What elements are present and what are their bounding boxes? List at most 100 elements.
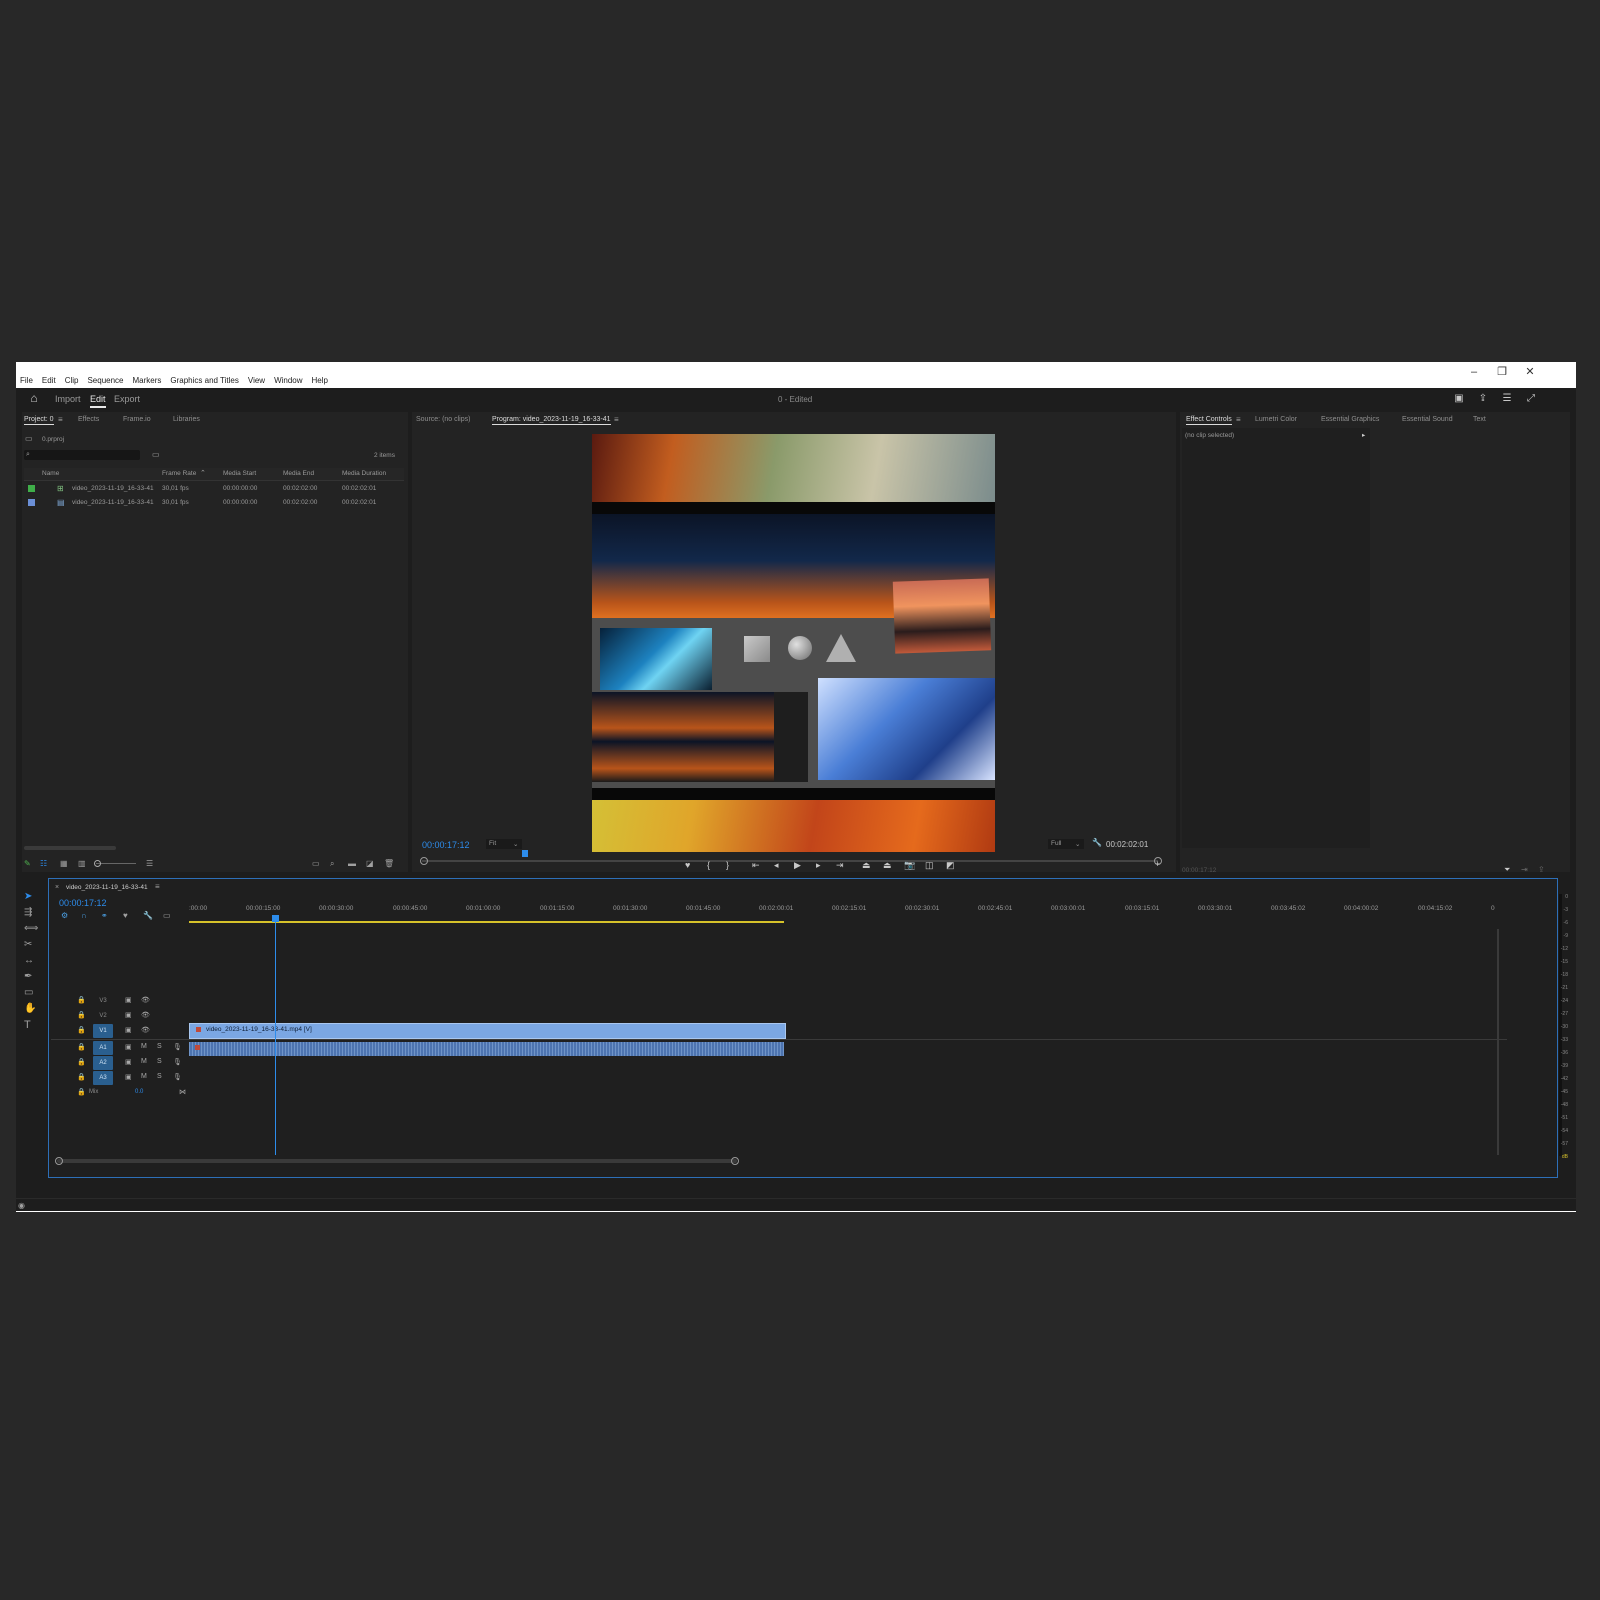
mark-in-icon[interactable]: {: [707, 860, 710, 870]
tab-libraries[interactable]: Libraries: [173, 416, 200, 423]
audio-clip[interactable]: [189, 1042, 784, 1056]
timeline-playhead[interactable]: [275, 917, 276, 1155]
microphone-icon[interactable]: 🎙: [173, 1043, 182, 1051]
track-select-tool-icon[interactable]: ⇶: [24, 908, 32, 918]
snap-icon[interactable]: ∩: [81, 911, 87, 921]
step-forward-icon[interactable]: ▸: [816, 860, 821, 870]
linked-selection-icon[interactable]: ⚭: [101, 911, 108, 921]
mix-volume[interactable]: 0.0: [135, 1089, 143, 1095]
playhead-handle[interactable]: [272, 915, 279, 922]
tab-frameio[interactable]: Frame.io: [123, 416, 151, 423]
zoom-slider-handle[interactable]: [94, 860, 101, 867]
sort-ascending-icon[interactable]: ⌃: [200, 469, 206, 479]
zoom-slider[interactable]: [96, 863, 136, 864]
tab-lumetri-color[interactable]: Lumetri Color: [1255, 416, 1297, 423]
scroll-end-handle[interactable]: [731, 1157, 739, 1165]
col-name[interactable]: Name: [42, 470, 59, 477]
expand-arrow-icon[interactable]: ▸: [1362, 431, 1365, 439]
filter-icon[interactable]: ⏷: [1504, 865, 1510, 875]
ripple-edit-tool-icon[interactable]: ⟺: [24, 924, 38, 934]
panel-menu-icon[interactable]: ≡: [614, 415, 619, 425]
tab-essential-graphics[interactable]: Essential Graphics: [1321, 416, 1379, 423]
scrubber-bar[interactable]: [422, 860, 1158, 862]
video-clip[interactable]: video_2023-11-19_16-33-41.mp4 [V]: [189, 1023, 786, 1039]
new-bin-button-icon[interactable]: ▬: [348, 859, 356, 869]
razor-tool-icon[interactable]: ✂: [24, 940, 32, 950]
scrubber-in-handle[interactable]: [420, 857, 428, 865]
eye-icon[interactable]: 👁: [141, 1011, 150, 1019]
sync-lock-icon[interactable]: ▣: [125, 1026, 132, 1034]
sync-lock-icon[interactable]: ▣: [125, 1058, 132, 1066]
track-label[interactable]: A1: [93, 1041, 113, 1055]
export-icon[interactable]: ⇪: [1538, 865, 1545, 875]
captions-icon[interactable]: ▭: [163, 911, 171, 921]
eye-icon[interactable]: 👁: [141, 1026, 150, 1034]
pencil-icon[interactable]: ✎: [24, 859, 31, 869]
col-media-start[interactable]: Media Start: [223, 470, 256, 477]
mute-button[interactable]: M: [141, 1073, 147, 1080]
rectangle-tool-icon[interactable]: ▭: [24, 988, 33, 998]
scroll-start-handle[interactable]: [55, 1157, 63, 1165]
microphone-icon[interactable]: 🎙: [173, 1058, 182, 1066]
multicam-icon[interactable]: ◩: [946, 860, 955, 870]
tab-edit[interactable]: Edit: [90, 394, 106, 408]
label-color-swatch[interactable]: [28, 499, 35, 506]
video-frame[interactable]: [592, 434, 995, 852]
step-back-icon[interactable]: ◂: [774, 860, 779, 870]
tab-effects[interactable]: Effects: [78, 416, 99, 423]
sync-lock-icon[interactable]: ▣: [125, 996, 132, 1004]
mute-button[interactable]: M: [141, 1043, 147, 1050]
horizontal-scrollbar[interactable]: [24, 846, 116, 850]
add-marker-icon[interactable]: ♥: [123, 911, 128, 921]
menu-clip[interactable]: Clip: [65, 376, 79, 388]
go-to-in-icon[interactable]: ⇤: [752, 860, 760, 870]
menu-edit[interactable]: Edit: [42, 376, 56, 388]
tab-import[interactable]: Import: [55, 394, 81, 404]
time-ruler[interactable]: :00:00 00:00:15:00 00:00:30:00 00:00:45:…: [189, 897, 1509, 921]
panel-menu-icon[interactable]: ≡: [1236, 415, 1241, 425]
wrench-icon[interactable]: 🔧: [143, 911, 153, 921]
mark-out-icon[interactable]: }: [726, 860, 729, 870]
tab-export[interactable]: Export: [114, 394, 140, 404]
label-color-swatch[interactable]: [28, 485, 35, 492]
menu-view[interactable]: View: [248, 376, 265, 388]
solo-button[interactable]: S: [157, 1073, 162, 1080]
sort-icon[interactable]: ☰: [146, 859, 153, 869]
timeline-timecode[interactable]: 00:00:17:12: [59, 898, 107, 908]
list-view-icon[interactable]: ☷: [40, 859, 47, 869]
panel-menu-icon[interactable]: ≡: [58, 415, 63, 425]
col-frame-rate[interactable]: Frame Rate: [162, 470, 196, 477]
play-icon[interactable]: ▶: [794, 860, 801, 870]
selection-tool-icon[interactable]: ➤: [24, 892, 32, 902]
solo-button[interactable]: S: [157, 1058, 162, 1065]
add-marker-icon[interactable]: ♥: [685, 860, 690, 870]
workspaces-icon[interactable]: ▣: [1453, 393, 1465, 405]
menu-window[interactable]: Window: [274, 376, 302, 388]
sequence-tab[interactable]: video_2023-11-19_16-33-41: [66, 884, 148, 891]
track-label[interactable]: V3: [93, 994, 113, 1008]
microphone-icon[interactable]: 🎙: [173, 1073, 182, 1081]
table-row[interactable]: ⊞ video_2023-11-19_16-33-41 30,01 fps 00…: [24, 482, 404, 496]
lock-icon[interactable]: 🔒: [77, 1026, 86, 1034]
find-icon[interactable]: ⌕: [330, 859, 334, 869]
tab-effect-controls[interactable]: Effect Controls: [1186, 416, 1232, 425]
col-media-end[interactable]: Media End: [283, 470, 314, 477]
lock-icon[interactable]: 🔒: [77, 1073, 86, 1081]
go-to-end-icon[interactable]: ⋈: [179, 1088, 186, 1096]
col-media-duration[interactable]: Media Duration: [342, 470, 386, 477]
video-audio-divider[interactable]: [51, 1039, 1507, 1040]
track-label[interactable]: V2: [93, 1009, 113, 1023]
new-bin-icon[interactable]: ▭: [152, 450, 160, 460]
nest-icon[interactable]: ⚙: [61, 911, 68, 921]
timeline-horizontal-scrollbar[interactable]: [57, 1159, 737, 1163]
comparison-view-icon[interactable]: ◫: [925, 860, 934, 870]
hand-tool-icon[interactable]: ✋: [24, 1004, 36, 1014]
tab-program[interactable]: Program: video_2023-11-19_16-33-41: [492, 416, 611, 425]
slip-tool-icon[interactable]: ↔: [24, 956, 34, 966]
lock-icon[interactable]: 🔒: [77, 1011, 86, 1019]
new-item-icon[interactable]: ◪: [366, 859, 374, 869]
lock-icon[interactable]: 🔒: [77, 1088, 86, 1096]
go-to-out-icon[interactable]: ⇥: [836, 860, 844, 870]
automate-icon[interactable]: ▭: [312, 859, 320, 869]
lock-icon[interactable]: 🔒: [77, 1058, 86, 1066]
